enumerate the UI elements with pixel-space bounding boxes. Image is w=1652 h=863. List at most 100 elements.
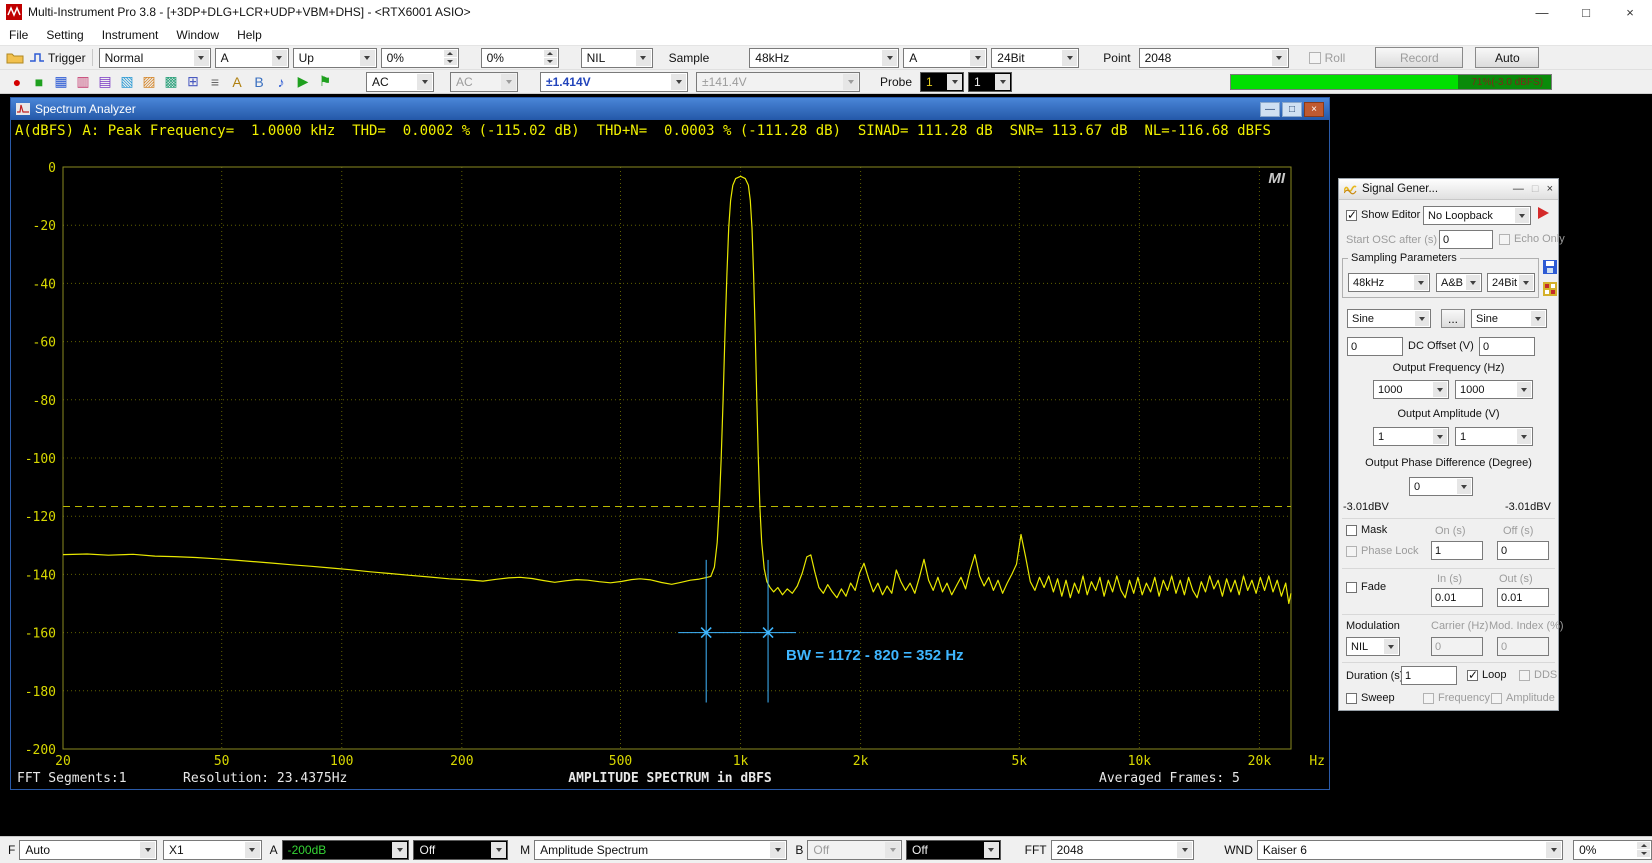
dc-offset-a-input[interactable]: 0 bbox=[1347, 337, 1403, 356]
mod-index-input[interactable]: 0 bbox=[1497, 637, 1549, 656]
view-mode-select[interactable]: Amplitude Spectrum bbox=[534, 840, 787, 860]
mask-off-input[interactable]: 0 bbox=[1497, 541, 1549, 560]
phase-difference-select[interactable]: 0 bbox=[1409, 477, 1473, 496]
trigger-mode-select[interactable]: Normal bbox=[99, 48, 211, 68]
trigger-delay-spinner[interactable]: 0% bbox=[481, 48, 559, 68]
menu-item-help[interactable]: Help bbox=[228, 24, 271, 45]
fade-in-input[interactable]: 0.01 bbox=[1431, 588, 1483, 607]
coupling-a-select[interactable]: AC bbox=[366, 72, 434, 92]
menu-item-file[interactable]: File bbox=[0, 24, 37, 45]
fade-checkbox[interactable]: Fade bbox=[1346, 581, 1386, 593]
record-button[interactable]: Record bbox=[1375, 47, 1463, 68]
menu-item-setting[interactable]: Setting bbox=[37, 24, 92, 45]
show-editor-checkbox[interactable]: Show Editor bbox=[1346, 209, 1420, 221]
fade-out-input[interactable]: 0.01 bbox=[1497, 588, 1549, 607]
sweep-amplitude-checkbox[interactable]: Amplitude bbox=[1491, 692, 1555, 704]
range-b-display-select[interactable]: Off bbox=[807, 840, 902, 860]
waveform-b-select[interactable]: Sine bbox=[1471, 309, 1547, 328]
lcr-meter-icon[interactable]: ▩ bbox=[160, 72, 182, 92]
carrier-input[interactable]: 0 bbox=[1431, 637, 1483, 656]
sg-rate-select[interactable]: 48kHz bbox=[1348, 273, 1430, 292]
waveform-a-select[interactable]: Sine bbox=[1347, 309, 1431, 328]
fft-size-select[interactable]: 2048 bbox=[1051, 840, 1195, 860]
hot-panel-icon[interactable] bbox=[1543, 282, 1557, 299]
more-waveform-button[interactable]: ... bbox=[1441, 309, 1465, 328]
pan-icon[interactable]: ⚑ bbox=[314, 72, 336, 92]
data-logger-icon[interactable]: ▨ bbox=[138, 72, 160, 92]
start-osc-input[interactable]: 0 bbox=[1439, 230, 1493, 249]
roll-checkbox[interactable]: Roll bbox=[1309, 51, 1346, 65]
menu-item-instrument[interactable]: Instrument bbox=[93, 24, 168, 45]
restore-icon[interactable]: □ bbox=[1282, 102, 1302, 117]
frequency-axis-select[interactable]: Auto bbox=[19, 840, 157, 860]
spin-up-icon[interactable] bbox=[1637, 842, 1650, 849]
spin-down-icon[interactable] bbox=[444, 58, 457, 65]
minimize-icon[interactable]: — bbox=[1513, 183, 1524, 195]
record-icon[interactable]: ● bbox=[6, 72, 28, 92]
spectrum-plot[interactable]: 20501002005001k2k5k10k20k0-20-40-60-80-1… bbox=[11, 142, 1329, 769]
sweep-checkbox[interactable]: Sweep bbox=[1346, 692, 1395, 704]
open-file-icon[interactable] bbox=[4, 48, 26, 68]
range-b-select[interactable]: ±141.4V bbox=[696, 72, 860, 92]
frequency-a-select[interactable]: 1000 bbox=[1373, 380, 1449, 399]
range-a-select[interactable]: ±1.414V bbox=[540, 72, 688, 92]
sg-channels-select[interactable]: A&B bbox=[1436, 273, 1482, 292]
font-a-icon[interactable]: A bbox=[226, 72, 248, 92]
frequency-b-select[interactable]: 1000 bbox=[1455, 380, 1533, 399]
minimize-icon[interactable]: — bbox=[1260, 102, 1280, 117]
trigger-edge-select[interactable]: Up bbox=[293, 48, 377, 68]
stop-icon[interactable]: ■ bbox=[28, 72, 50, 92]
spectrum-3d-plot-icon[interactable]: ▧ bbox=[116, 72, 138, 92]
auto-button[interactable]: Auto bbox=[1475, 47, 1539, 68]
menu-item-window[interactable]: Window bbox=[167, 24, 228, 45]
mask-checkbox[interactable]: Mask bbox=[1346, 524, 1387, 536]
font-b-icon[interactable]: B bbox=[248, 72, 270, 92]
a-display-mode-select[interactable]: Off bbox=[413, 840, 508, 860]
dds-checkbox[interactable]: DDS bbox=[1519, 669, 1557, 681]
save-icon[interactable] bbox=[1543, 260, 1557, 277]
close-icon[interactable]: × bbox=[1608, 0, 1652, 24]
coupling-b-select[interactable]: AC bbox=[450, 72, 518, 92]
print-icon[interactable]: ≡ bbox=[204, 72, 226, 92]
bit-depth-select[interactable]: 24Bit bbox=[991, 48, 1079, 68]
spectrum-analyzer-icon[interactable]: ▥ bbox=[72, 72, 94, 92]
probe-b-select[interactable]: 1 bbox=[968, 72, 1012, 92]
spectrum-titlebar[interactable]: Spectrum Analyzer — □ × bbox=[11, 98, 1329, 120]
minimize-icon[interactable]: — bbox=[1520, 0, 1564, 24]
duration-input[interactable]: 1 bbox=[1401, 666, 1457, 685]
sweep-frequency-checkbox[interactable]: Frequency bbox=[1423, 692, 1490, 704]
generator-start-icon[interactable] bbox=[1538, 207, 1549, 219]
close-icon[interactable]: × bbox=[1547, 183, 1553, 195]
dc-offset-spinner[interactable] bbox=[1541, 337, 1553, 356]
hpf-select[interactable]: NIL bbox=[581, 48, 653, 68]
loop-checkbox[interactable]: Loop bbox=[1467, 669, 1506, 681]
close-icon[interactable]: × bbox=[1304, 102, 1324, 117]
mask-on-input[interactable]: 1 bbox=[1431, 541, 1483, 560]
dc-offset-b-input[interactable]: 0 bbox=[1479, 337, 1535, 356]
spin-up-icon[interactable] bbox=[544, 50, 557, 57]
trigger-level-spinner[interactable]: 0% bbox=[381, 48, 459, 68]
spin-down-icon[interactable] bbox=[1637, 850, 1650, 857]
sg-bits-select[interactable]: 24Bit bbox=[1487, 273, 1535, 292]
spin-down-icon[interactable] bbox=[544, 58, 557, 65]
amplitude-b-select[interactable]: 1 bbox=[1455, 427, 1533, 446]
title-bar[interactable]: Multi-Instrument Pro 3.8 - [+3DP+DLG+LCR… bbox=[0, 0, 1652, 24]
amplitude-a-select[interactable]: 1 bbox=[1373, 427, 1449, 446]
spin-up-icon[interactable] bbox=[444, 50, 457, 57]
phase-lock-checkbox[interactable]: Phase Lock bbox=[1346, 545, 1418, 557]
zoom-select[interactable]: X1 bbox=[163, 840, 262, 860]
speaker-icon[interactable]: ♪ bbox=[270, 72, 292, 92]
phase-spinner[interactable] bbox=[1541, 477, 1553, 496]
range-a-display-select[interactable]: -200dB bbox=[282, 840, 410, 860]
play-icon[interactable]: ▶ bbox=[292, 72, 314, 92]
sampling-rate-select[interactable]: 48kHz bbox=[749, 48, 899, 68]
echo-only-checkbox[interactable]: Echo Only bbox=[1499, 233, 1565, 245]
b-display-mode-select[interactable]: Off bbox=[906, 840, 1001, 860]
window-function-select[interactable]: Kaiser 6 bbox=[1257, 840, 1563, 860]
modulation-type-select[interactable]: NIL bbox=[1346, 637, 1400, 656]
maximize-icon[interactable]: □ bbox=[1532, 183, 1539, 195]
derived-data-icon[interactable]: ⊞ bbox=[182, 72, 204, 92]
record-length-select[interactable]: 2048 bbox=[1139, 48, 1289, 68]
oscilloscope-icon[interactable]: ▦ bbox=[50, 72, 72, 92]
probe-a-select[interactable]: 1 bbox=[920, 72, 964, 92]
